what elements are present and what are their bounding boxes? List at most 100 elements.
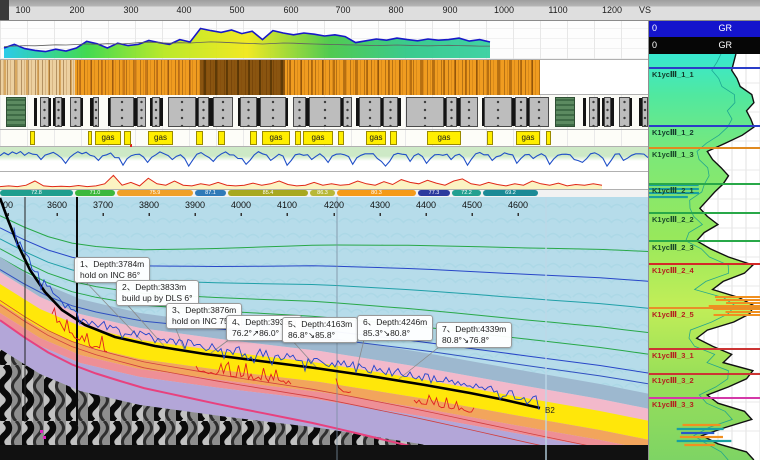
lithology-block xyxy=(110,97,134,127)
target-label: B2 xyxy=(545,406,555,415)
svg-text:3900: 3900 xyxy=(185,200,205,210)
ruler-tick: 1200 xyxy=(602,5,622,15)
annotation-index: 2、 xyxy=(122,282,135,292)
geosteering-app: 100200300400500600700800900100011001200V… xyxy=(0,0,760,460)
ruler-tick: 1100 xyxy=(548,5,567,15)
formation-label[interactable]: K1ycⅢ_1_1 xyxy=(652,70,694,79)
gr-correlation-panel[interactable]: 0 GR 0 GR K1ycⅢ_1_1 K1ycⅢ_1_2 K1ycⅢ_1_3 K1y… xyxy=(648,0,760,460)
inclination-quality-bar[interactable]: 72.871.075.987.185.486.380.377.372.269.2 xyxy=(0,190,648,197)
vs-ruler[interactable]: 100200300400500600700800900100011001200V… xyxy=(0,0,760,21)
annotation-index: 7、 xyxy=(442,324,455,334)
ruler-tick: 700 xyxy=(335,5,350,15)
amplitude-curve xyxy=(0,20,648,60)
lithology-block xyxy=(93,97,99,127)
gr-header-black[interactable]: 0 GR xyxy=(649,37,760,54)
ruler-tick: 100 xyxy=(15,5,30,15)
image-log-texture xyxy=(0,60,540,95)
svg-text:3800: 3800 xyxy=(139,200,159,210)
red-log-track[interactable] xyxy=(0,172,648,190)
annotation-note: 85.3°↘80.8° xyxy=(363,328,410,338)
annotation-index: 1、 xyxy=(80,259,93,269)
amplitude-track[interactable] xyxy=(0,20,648,60)
annotation-note: hold on INC 75° xyxy=(172,316,232,326)
lithology-block xyxy=(589,97,598,127)
annotation-note: build up by DLS 6° xyxy=(122,293,193,303)
inclination-segment: 85.4 xyxy=(228,190,308,196)
gr-scale-min-2: 0 xyxy=(652,37,657,54)
inclination-segment: 77.3 xyxy=(418,190,450,196)
red-log-curve xyxy=(0,172,648,190)
annotation-depth: Depth:4246m xyxy=(376,317,427,327)
gas-flag: gas xyxy=(95,131,121,145)
formation-top-line[interactable] xyxy=(649,125,760,127)
annotation-depth: Depth:3833m xyxy=(135,282,186,292)
ruler-tick: 300 xyxy=(123,5,138,15)
lithology-bar xyxy=(630,98,632,126)
gas-flag-small xyxy=(338,131,344,145)
gas-flag-small xyxy=(124,131,131,145)
gas-flag-small xyxy=(196,131,203,145)
formation-top-line[interactable] xyxy=(649,240,760,242)
lithology-block xyxy=(213,97,233,127)
formation-label[interactable]: K1ycⅢ_1_2 xyxy=(652,128,694,137)
formation-label[interactable]: K1ycⅢ_2_3 xyxy=(652,243,694,252)
annotation-depth: Depth:4339m xyxy=(455,324,506,334)
formation-label[interactable]: K1ycⅢ_3_1 xyxy=(652,351,694,360)
lithology-block xyxy=(515,97,527,127)
formation-top-line[interactable] xyxy=(649,307,760,309)
blue-log-curve xyxy=(0,147,648,172)
annotation-note: hold on INC 86° xyxy=(80,270,140,280)
inclination-segment: 71.0 xyxy=(75,190,115,196)
lithology-track[interactable] xyxy=(0,95,648,130)
annotation-note: 86.8°↘85.8° xyxy=(288,330,335,340)
svg-text:4600: 4600 xyxy=(508,200,528,210)
formation-top-line[interactable] xyxy=(649,373,760,375)
formation-label[interactable]: K1ycⅢ_2_1 xyxy=(652,186,694,195)
lithology-block xyxy=(406,97,444,127)
ruler-tick: 600 xyxy=(283,5,298,15)
formation-top-line[interactable] xyxy=(649,67,760,69)
trajectory-annotation[interactable]: 7、Depth:4339m80.8°↘76.8° xyxy=(436,322,512,348)
formation-top-line[interactable] xyxy=(649,147,760,149)
lithology-block xyxy=(359,97,381,127)
svg-text:4000: 4000 xyxy=(231,200,251,210)
gr-curve-label-2: GR xyxy=(718,37,732,54)
lithology-block xyxy=(484,97,512,127)
inclination-segment: 80.3 xyxy=(337,190,416,196)
gr-scale-min: 0 xyxy=(652,20,657,37)
formation-top-line[interactable] xyxy=(649,263,760,265)
lithology-bar xyxy=(81,98,83,126)
formation-label[interactable]: K1ycⅢ_2_2 xyxy=(652,215,694,224)
formation-top-line[interactable] xyxy=(649,212,760,214)
lithology-bar xyxy=(34,98,37,126)
lithology-block xyxy=(460,97,478,127)
lithology-block xyxy=(137,97,146,127)
lithology-block xyxy=(446,97,457,127)
gas-flag: gas xyxy=(516,131,540,145)
trajectory-annotation[interactable]: 6、Depth:4246m85.3°↘80.8° xyxy=(357,315,433,341)
gas-show-track[interactable]: gasgasgasgasgasgasgas xyxy=(0,130,648,147)
log-track-stack: gasgasgasgasgasgasgas 72.871.075.987.185… xyxy=(0,20,648,460)
trajectory-annotation[interactable]: 5、Depth:4163m86.8°↘85.8° xyxy=(282,317,358,343)
lithology-bar xyxy=(583,98,586,126)
formation-label[interactable]: K1ycⅢ_2_5 xyxy=(652,310,694,319)
formation-label[interactable]: K1ycⅢ_3_3 xyxy=(652,400,694,409)
borehole-image-track[interactable] xyxy=(0,60,648,95)
seismic-section-view[interactable]: 00 3600 3700 3800 3900 4000 4100 4200 43… xyxy=(0,197,648,460)
lithology-block xyxy=(70,97,81,127)
formation-top-line[interactable] xyxy=(649,183,760,185)
gr-curve-label: GR xyxy=(718,20,732,37)
gr-header-blue[interactable]: 0 GR xyxy=(649,20,760,37)
lithology-block xyxy=(383,97,398,127)
formation-top-line[interactable] xyxy=(649,348,760,350)
formation-label[interactable]: K1ycⅢ_2_4 xyxy=(652,266,694,275)
formation-label[interactable]: K1ycⅢ_1_3 xyxy=(652,150,694,159)
annotation-depth: Depth:3784m xyxy=(93,259,144,269)
blue-log-track[interactable] xyxy=(0,147,648,172)
formation-label[interactable]: K1ycⅢ_3_2 xyxy=(652,376,694,385)
annotation-index: 3、 xyxy=(172,305,185,315)
formation-top-line[interactable] xyxy=(649,397,760,399)
lithology-bar xyxy=(598,98,600,126)
lithology-block xyxy=(343,97,352,127)
gas-flag-small xyxy=(487,131,493,145)
